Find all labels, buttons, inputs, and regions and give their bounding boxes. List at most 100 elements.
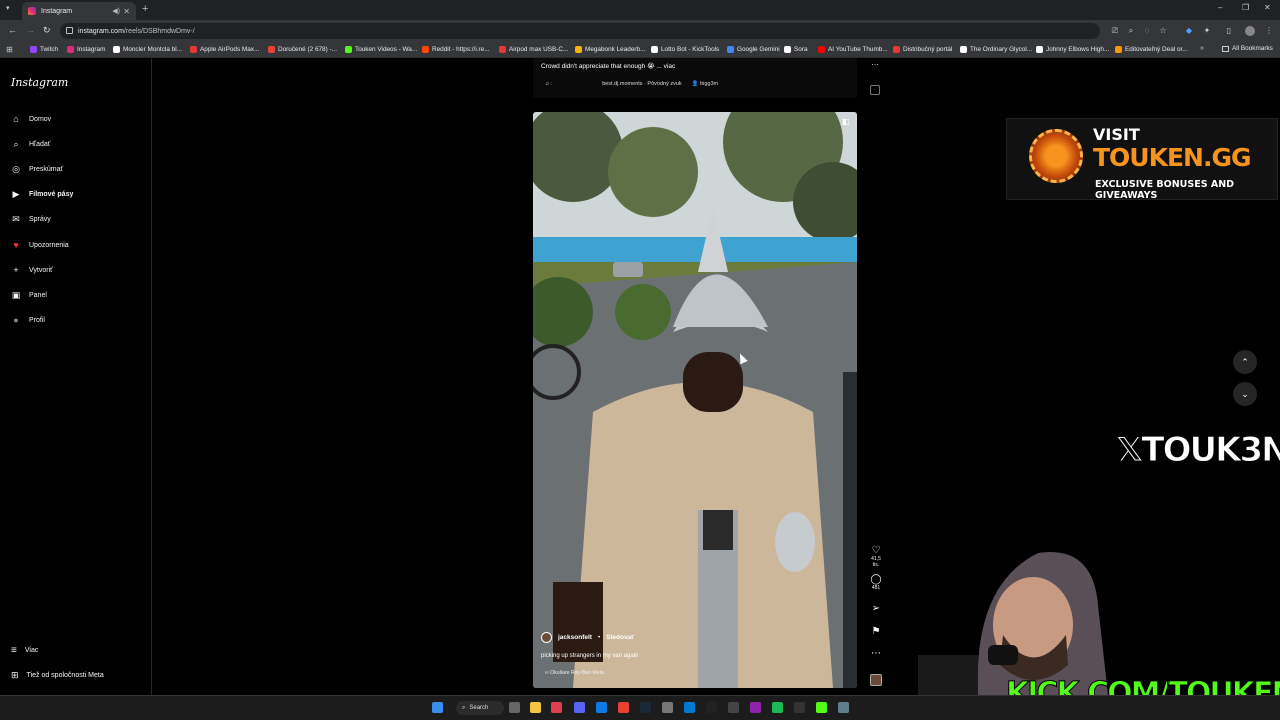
sidebar-item-home[interactable]: ⌂ Domov xyxy=(11,114,51,124)
previous-more-icon[interactable]: ⋯ xyxy=(871,60,879,69)
bookmark-icon: ⚑ xyxy=(871,626,881,637)
bookmark-item[interactable]: Moncler Montcla bl... xyxy=(113,46,182,53)
steam-icon[interactable] xyxy=(640,702,651,713)
restore-icon[interactable]: ❐ xyxy=(1242,3,1249,12)
eye-off-icon[interactable]: ◌ xyxy=(1142,26,1152,36)
audio-icon[interactable]: ◀) xyxy=(112,7,120,15)
reel-video[interactable]: jacksonfelt • Sledovať picking up strang… xyxy=(533,112,857,688)
comment-button[interactable]: ◯ 481 xyxy=(868,574,884,591)
edge-icon[interactable] xyxy=(596,702,607,713)
bookmark-item[interactable]: Airpod max USB-C... xyxy=(499,46,568,53)
app-icon-4[interactable] xyxy=(706,702,717,713)
close-window-icon[interactable]: ✕ xyxy=(1264,3,1271,12)
bookmark-item[interactable]: Editovateľný Deal or... xyxy=(1115,46,1188,53)
save-button[interactable]: ⚑ xyxy=(868,626,884,637)
sidebar-item-search[interactable]: ⌕ Hľadať xyxy=(11,139,50,149)
url-host: instagram.com xyxy=(78,27,124,35)
discord-icon[interactable] xyxy=(574,702,585,713)
bookmark-item[interactable]: Johnny Elbows High... xyxy=(1036,46,1109,53)
sidebar-icon[interactable]: ▯ xyxy=(1224,26,1234,36)
new-tab-button[interactable]: + xyxy=(142,3,148,15)
app-icon-2[interactable] xyxy=(662,702,673,713)
obs-icon[interactable] xyxy=(728,702,739,713)
audio-thumbnail[interactable] xyxy=(870,674,882,686)
windows-start-icon[interactable] xyxy=(432,702,443,713)
browser-titlebar xyxy=(0,0,1280,20)
streamer-webcam xyxy=(918,552,1108,695)
bookmark-item[interactable]: Doručené (2 678) -... xyxy=(268,46,337,53)
previous-reel-caption[interactable]: Crowd didn't appreciate that enough 😭 ..… xyxy=(541,62,675,70)
bookmark-item[interactable]: Apple AirPods Max... xyxy=(190,46,259,53)
url-bar[interactable]: instagram.com/reels/DSBhmdwDmv-/ xyxy=(60,23,1100,39)
cast-icon[interactable]: ⎚ xyxy=(1110,26,1120,36)
app-icon-7[interactable] xyxy=(838,702,849,713)
follow-button[interactable]: Sledovať xyxy=(606,634,634,641)
bookmark-item[interactable]: The Ordinary Glycol... xyxy=(960,46,1032,53)
like-button[interactable]: ♡ 41,5 tis. xyxy=(868,545,884,568)
site-info-icon[interactable] xyxy=(66,27,73,34)
reload-icon[interactable]: ↻ xyxy=(43,25,51,36)
bookmark-item[interactable]: Distribučný portál xyxy=(893,46,952,53)
more-button[interactable]: ≡ Viac xyxy=(11,645,38,656)
tab-list-chevron-icon[interactable]: ▾ xyxy=(6,4,10,12)
taskbar-search[interactable]: ⌕ Search xyxy=(456,701,504,715)
more-bookmarks-button[interactable]: » xyxy=(1200,45,1204,52)
sidebar-item-reels[interactable]: ▶ Filmové pásy xyxy=(11,189,74,199)
menu-kebab-icon[interactable]: ⋮ xyxy=(1264,26,1274,36)
app-icon-6[interactable] xyxy=(794,702,805,713)
back-icon[interactable]: ← xyxy=(8,25,17,35)
apps-grid-icon[interactable]: ⊞ xyxy=(6,45,13,54)
next-reel-button[interactable]: ⌄ xyxy=(1233,382,1257,406)
sidebar-item-messenger[interactable]: ✉ Správy xyxy=(11,214,51,224)
app-icon-1[interactable] xyxy=(551,702,562,713)
reel-caption[interactable]: picking up strangers in my van again xyxy=(541,653,638,659)
sidebar-item-plus[interactable]: + Vytvoriť xyxy=(11,265,52,275)
sidebar-item-compass[interactable]: ◎ Preskúmať xyxy=(11,164,63,174)
bookmark-item[interactable]: Touken Videos - Wa... xyxy=(345,46,417,53)
all-bookmarks-button[interactable]: All Bookmarks xyxy=(1222,45,1273,52)
sidebar-item-heart[interactable]: ♥ Upozornenia xyxy=(11,240,68,250)
star-icon[interactable]: ☆ xyxy=(1158,26,1168,36)
puzzle-icon[interactable]: ✦ xyxy=(1202,26,1212,36)
tagged-user[interactable]: 👤 bigg3m xyxy=(692,81,718,87)
previous-reel-audio[interactable]: best.dj.moments · Pôvodný zvuk xyxy=(602,81,681,87)
instagram-logo[interactable]: Instagram xyxy=(11,76,68,89)
chrome-icon[interactable] xyxy=(618,702,629,713)
minimize-icon[interactable]: – xyxy=(1218,3,1222,12)
share-button[interactable]: ➢ xyxy=(868,603,884,614)
author-username[interactable]: jacksonfelt xyxy=(558,634,592,641)
app-icon-3[interactable] xyxy=(684,702,695,713)
search-icon: ⌕ xyxy=(13,138,19,149)
previous-audio-thumb[interactable] xyxy=(870,85,880,95)
zoom-icon[interactable]: ⌕ xyxy=(1126,26,1136,36)
more-options-button[interactable]: ⋯ xyxy=(868,648,884,659)
close-tab-icon[interactable]: ✕ xyxy=(123,7,130,16)
bookmark-favicon-icon xyxy=(113,46,120,53)
bookmark-item[interactable]: Lotto Bot - KickTools xyxy=(651,46,719,53)
author-avatar[interactable] xyxy=(541,632,552,643)
previous-reel[interactable]: Crowd didn't appreciate that enough 😭 ..… xyxy=(533,58,857,98)
kick-app-icon[interactable] xyxy=(816,702,827,713)
mute-icon[interactable]: ◧ xyxy=(842,117,850,126)
bookmark-item[interactable]: Instagram xyxy=(67,46,105,53)
url-path: /reels/DSBhmdwDmv-/ xyxy=(123,27,195,35)
file-explorer-icon[interactable] xyxy=(530,702,541,713)
sidebar-item-dashboard[interactable]: ▣ Panel xyxy=(11,290,47,300)
previous-reel-button[interactable]: ⌃ xyxy=(1233,350,1257,374)
spotify-icon[interactable] xyxy=(772,702,783,713)
bookmark-item[interactable]: Twitch xyxy=(30,46,58,53)
reel-music[interactable]: ∞ Okuliare Ray-Ban Meta xyxy=(545,670,604,676)
task-view-icon[interactable] xyxy=(509,702,520,713)
browser-tab[interactable]: Instagram ◀) ✕ xyxy=(22,2,136,20)
bookmark-item[interactable]: AI YouTube Thumb... xyxy=(818,46,888,53)
bookmark-item[interactable]: Sora xyxy=(784,46,808,53)
sidebar-item-avatar[interactable]: ● Profil xyxy=(11,315,45,325)
bookmark-item[interactable]: Megabonk Leaderb... xyxy=(575,46,645,53)
forward-icon[interactable]: → xyxy=(26,25,35,35)
profile-avatar-icon[interactable] xyxy=(1245,26,1255,36)
also-from-meta-button[interactable]: ⊞ Tiež od spoločnosti Meta xyxy=(11,670,104,681)
extension-icon[interactable]: ◆ xyxy=(1184,26,1194,36)
bookmark-item[interactable]: Reddit - https://i.re... xyxy=(422,46,490,53)
app-icon-5[interactable] xyxy=(750,702,761,713)
bookmark-item[interactable]: Google Gemini xyxy=(727,46,780,53)
